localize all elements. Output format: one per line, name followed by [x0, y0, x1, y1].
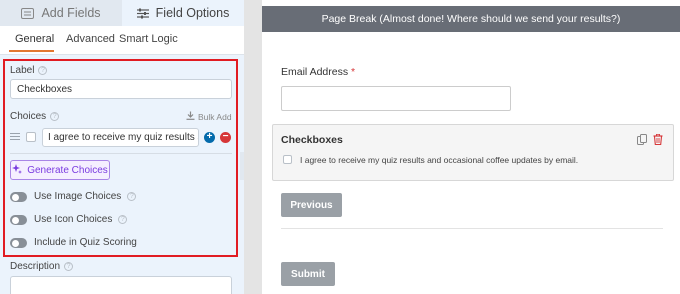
- highlight-box: [3, 59, 238, 257]
- tab-field-options[interactable]: Field Options: [122, 0, 244, 26]
- panel-tabs: Add Fields Field Options: [0, 0, 244, 26]
- field-options-panel: Add Fields Field Options General Advance…: [0, 0, 244, 294]
- trash-icon[interactable]: [653, 132, 663, 150]
- sliders-icon: [136, 8, 149, 19]
- tab-field-options-label: Field Options: [155, 6, 230, 20]
- active-subtab-indicator: [9, 50, 54, 52]
- subtab-general[interactable]: General: [15, 33, 54, 45]
- checkboxes-field-selected[interactable]: [272, 124, 674, 181]
- help-icon[interactable]: ?: [64, 262, 74, 271]
- description-title: Description: [10, 261, 61, 272]
- preview-checkbox[interactable]: [283, 155, 292, 164]
- field-actions: [637, 132, 663, 150]
- submit-button[interactable]: Submit: [281, 262, 335, 286]
- divider: [281, 228, 663, 229]
- preview-choice-label: I agree to receive my quiz results and o…: [300, 155, 579, 165]
- subtab-smart-logic[interactable]: Smart Logic: [119, 33, 178, 45]
- required-mark: *: [351, 66, 356, 78]
- page-break-bar[interactable]: Page Break (Almost done! Where should we…: [262, 6, 680, 32]
- checkboxes-field-title: Checkboxes: [281, 134, 343, 146]
- previous-button[interactable]: Previous: [281, 193, 342, 217]
- copy-icon[interactable]: [637, 132, 647, 150]
- subtab-advanced[interactable]: Advanced: [66, 33, 115, 45]
- description-textarea[interactable]: [10, 276, 232, 294]
- page-break-label: Page Break (Almost done! Where should we…: [321, 13, 621, 25]
- email-label: Email Address *: [281, 66, 355, 78]
- email-input[interactable]: [281, 86, 511, 111]
- list-icon: [21, 7, 35, 19]
- tab-add-fields[interactable]: Add Fields: [0, 0, 122, 26]
- email-label-text: Email Address: [281, 66, 349, 78]
- description-field-label: Description ?: [10, 261, 74, 272]
- tab-add-fields-label: Add Fields: [41, 6, 101, 20]
